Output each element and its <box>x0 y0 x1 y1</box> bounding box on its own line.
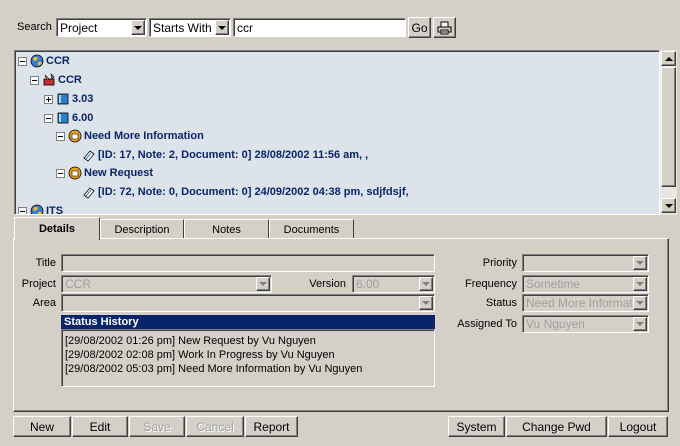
book-icon <box>57 93 69 105</box>
scroll-down-button[interactable] <box>661 198 676 213</box>
note-icon <box>83 187 95 199</box>
tree-node-label: ITS <box>46 205 64 215</box>
status-select[interactable]: Need More Informatio <box>522 294 649 312</box>
search-input-value: ccr <box>237 20 253 35</box>
chevron-down-icon[interactable] <box>419 296 433 310</box>
tools-icon <box>43 73 55 86</box>
tree-node-label: 3.03 <box>72 93 94 105</box>
version-label: Version <box>309 278 346 290</box>
project-value: CCR <box>65 277 91 291</box>
tree-node-version-600[interactable]: 6.00 <box>44 110 93 126</box>
tree-node-ccr-root[interactable]: CCR <box>18 53 70 69</box>
edit-button[interactable]: Edit <box>72 416 128 437</box>
collapse-icon[interactable] <box>30 75 39 85</box>
tree-node-request-72[interactable]: [ID: 72, Note: 0, Document: 0] 24/09/200… <box>82 184 409 200</box>
collapse-icon[interactable] <box>56 168 65 178</box>
assigned-to-label: Assigned To <box>457 318 517 330</box>
chevron-down-icon[interactable] <box>215 20 229 35</box>
project-tree[interactable]: CCR CCR 3.03 6.00 Need More Information … <box>14 50 660 215</box>
search-match-value: Starts With <box>153 20 212 35</box>
status-label: Status <box>485 297 517 309</box>
chevron-down-icon[interactable] <box>419 277 433 291</box>
tree-node-status-new-request[interactable]: New Request <box>56 165 153 181</box>
tree-node-label: CCR <box>58 74 82 86</box>
frequency-value: Sometime <box>526 277 581 291</box>
chevron-down-icon[interactable] <box>633 277 647 291</box>
tree-node-label: [ID: 72, Note: 0, Document: 0] 24/09/200… <box>98 186 409 198</box>
status-history-list[interactable]: [29/08/2002 01:26 pm] New Request by Vu … <box>61 329 435 387</box>
frequency-label: Frequency <box>465 278 517 290</box>
go-button[interactable]: Go <box>408 17 431 38</box>
version-value: 6.00 <box>356 277 380 291</box>
tree-node-ccr-project[interactable]: CCR <box>30 72 82 88</box>
cancel-button[interactable]: Cancel <box>186 416 244 437</box>
chevron-down-icon[interactable] <box>256 277 270 291</box>
priority-label: Priority <box>482 257 517 269</box>
system-button[interactable]: System <box>448 416 505 437</box>
status-folder-icon <box>68 129 82 143</box>
arrow-up-icon <box>664 56 673 61</box>
search-field-select[interactable]: Project <box>56 18 147 37</box>
history-entry: [29/08/2002 05:03 pm] Need More Informat… <box>65 363 363 375</box>
tree-node-request-17[interactable]: [ID: 17, Note: 2, Document: 0] 28/08/200… <box>82 147 368 163</box>
collapse-icon[interactable] <box>18 206 27 214</box>
status-history-header: Status History <box>61 315 435 329</box>
globe-icon <box>30 204 44 214</box>
tab-description[interactable]: Description <box>100 219 184 239</box>
project-select[interactable]: CCR <box>61 275 272 293</box>
assigned-to-value: Vu Nguyen <box>526 317 585 331</box>
search-match-select[interactable]: Starts With <box>149 18 231 37</box>
tab-documents[interactable]: Documents <box>269 219 354 239</box>
save-button[interactable]: Save <box>129 416 185 437</box>
change-password-button[interactable]: Change Pwd <box>506 416 607 437</box>
tree-node-its-root[interactable]: ITS <box>18 203 64 215</box>
search-label: Search <box>17 21 52 33</box>
history-entry: [29/08/2002 01:26 pm] New Request by Vu … <box>65 335 316 347</box>
assigned-to-select[interactable]: Vu Nguyen <box>522 315 649 333</box>
tab-notes[interactable]: Notes <box>184 219 269 239</box>
collapse-icon[interactable] <box>18 56 27 66</box>
title-label: Title <box>35 257 56 269</box>
chevron-down-icon[interactable] <box>633 256 647 270</box>
new-button[interactable]: New <box>13 416 71 437</box>
version-select[interactable]: 6.00 <box>352 275 435 293</box>
tree-node-label: [ID: 17, Note: 2, Document: 0] 28/08/200… <box>98 149 369 161</box>
tree-node-label: 6.00 <box>72 112 94 124</box>
priority-select[interactable] <box>522 254 649 272</box>
note-icon <box>83 150 95 162</box>
search-field-value: Project <box>60 20 98 35</box>
scroll-thumb[interactable] <box>661 67 676 187</box>
tree-node-label: CCR <box>46 55 70 67</box>
frequency-select[interactable]: Sometime <box>522 275 649 293</box>
arrow-down-icon <box>664 203 673 208</box>
status-folder-icon <box>68 166 82 180</box>
report-button[interactable]: Report <box>245 416 298 437</box>
print-button[interactable] <box>433 17 456 38</box>
status-value: Need More Informatio <box>526 296 643 310</box>
tree-node-status-need-more-info[interactable]: Need More Information <box>56 128 204 144</box>
tree-scrollbar[interactable] <box>660 50 677 215</box>
printer-icon <box>437 21 452 34</box>
tree-node-label: New Request <box>84 167 154 179</box>
chevron-down-icon[interactable] <box>633 317 647 331</box>
globe-icon <box>30 54 44 68</box>
chevron-down-icon[interactable] <box>633 296 647 310</box>
project-label: Project <box>21 278 56 290</box>
tab-details[interactable]: Details <box>14 217 100 240</box>
chevron-down-icon[interactable] <box>131 20 145 35</box>
area-select[interactable] <box>61 294 435 312</box>
history-entry: [29/08/2002 02:08 pm] Work In Progress b… <box>65 349 335 361</box>
expand-icon[interactable] <box>44 94 53 104</box>
title-field[interactable] <box>61 254 435 272</box>
collapse-icon[interactable] <box>44 113 53 123</box>
tree-node-label: Need More Information <box>84 130 204 142</box>
tree-node-version-303[interactable]: 3.03 <box>44 91 93 107</box>
logout-button[interactable]: Logout <box>608 416 668 437</box>
area-label: Area <box>32 297 56 309</box>
scroll-up-button[interactable] <box>661 51 676 66</box>
collapse-icon[interactable] <box>56 131 65 141</box>
search-input[interactable]: ccr <box>233 18 406 37</box>
book-icon <box>57 112 69 124</box>
